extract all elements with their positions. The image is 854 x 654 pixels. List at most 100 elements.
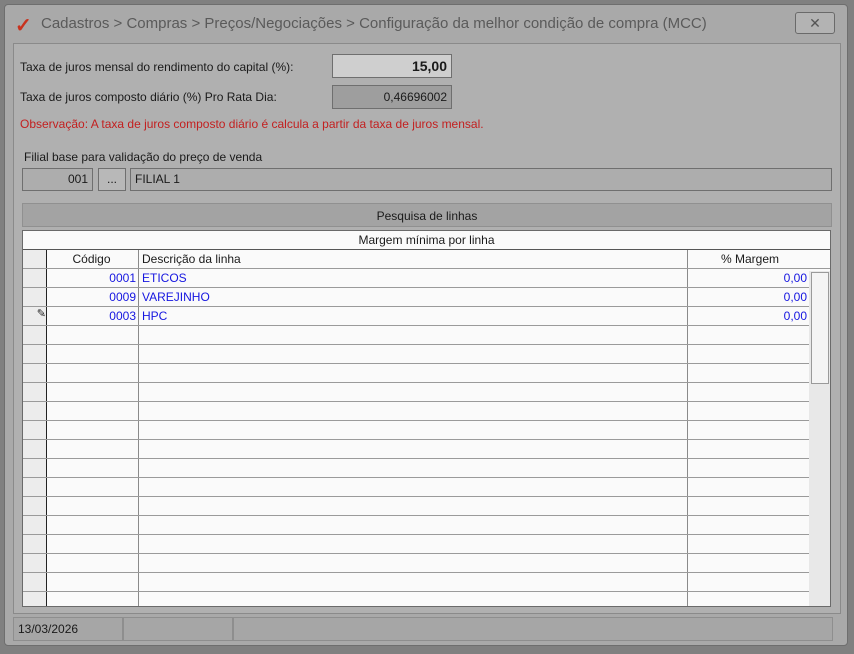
cell-descricao[interactable]: HPC (139, 307, 688, 325)
cell-descricao[interactable] (139, 497, 688, 515)
juros-mensal-input[interactable]: 15,00 (332, 54, 452, 78)
row-indicator[interactable] (23, 383, 47, 401)
cell-descricao[interactable] (139, 421, 688, 439)
table-row[interactable]: ✎ 0003 HPC 0,00 (23, 307, 830, 326)
cell-codigo[interactable] (47, 516, 139, 534)
cell-codigo[interactable] (47, 554, 139, 572)
cell-codigo[interactable]: 0009 (47, 288, 139, 306)
row-indicator[interactable] (23, 421, 47, 439)
table-row[interactable] (23, 402, 830, 421)
cell-descricao[interactable] (139, 516, 688, 534)
row-indicator[interactable]: ✎ (23, 307, 47, 325)
cell-codigo[interactable]: 0001 (47, 269, 139, 287)
cell-descricao[interactable] (139, 478, 688, 496)
cell-codigo[interactable] (47, 478, 139, 496)
cell-margem[interactable] (688, 535, 809, 553)
row-indicator[interactable] (23, 440, 47, 458)
row-indicator[interactable] (23, 459, 47, 477)
table-row[interactable] (23, 459, 830, 478)
pesquisa-linhas-header[interactable]: Pesquisa de linhas (22, 203, 832, 227)
cell-descricao[interactable] (139, 554, 688, 572)
cell-margem[interactable] (688, 326, 809, 344)
cell-margem[interactable] (688, 345, 809, 363)
cell-margem[interactable] (688, 421, 809, 439)
table-row[interactable] (23, 478, 830, 497)
cell-codigo[interactable] (47, 592, 139, 606)
table-row[interactable] (23, 573, 830, 592)
vertical-scrollbar[interactable] (809, 271, 830, 606)
cell-descricao[interactable] (139, 592, 688, 606)
cell-codigo[interactable] (47, 573, 139, 591)
row-indicator[interactable] (23, 592, 47, 606)
cell-margem[interactable] (688, 440, 809, 458)
table-row[interactable] (23, 516, 830, 535)
table-row[interactable]: 0001 ETICOS 0,00 (23, 269, 830, 288)
cell-descricao[interactable]: VAREJINHO (139, 288, 688, 306)
cell-margem[interactable] (688, 459, 809, 477)
cell-descricao[interactable] (139, 459, 688, 477)
cell-descricao[interactable] (139, 535, 688, 553)
table-row[interactable] (23, 592, 830, 606)
row-indicator[interactable] (23, 288, 47, 306)
cell-codigo[interactable] (47, 459, 139, 477)
row-indicator[interactable] (23, 345, 47, 363)
cell-codigo[interactable] (47, 535, 139, 553)
cell-margem[interactable] (688, 573, 809, 591)
table-row[interactable] (23, 554, 830, 573)
table-row[interactable] (23, 535, 830, 554)
filial-search-button[interactable]: ... (98, 168, 126, 191)
cell-margem[interactable] (688, 478, 809, 496)
cell-codigo[interactable] (47, 383, 139, 401)
cell-margem[interactable]: 0,00 (688, 288, 809, 306)
scrollbar-thumb[interactable] (811, 272, 829, 384)
cell-codigo[interactable] (47, 440, 139, 458)
row-indicator[interactable] (23, 402, 47, 420)
table-row[interactable]: 0009 VAREJINHO 0,00 (23, 288, 830, 307)
col-descricao[interactable]: Descrição da linha (139, 250, 688, 268)
table-row[interactable] (23, 383, 830, 402)
cell-descricao[interactable] (139, 326, 688, 344)
cell-codigo[interactable] (47, 345, 139, 363)
cell-margem[interactable]: 0,00 (688, 307, 809, 325)
row-indicator[interactable] (23, 535, 47, 553)
cell-margem[interactable] (688, 497, 809, 515)
table-row[interactable] (23, 440, 830, 459)
cell-margem[interactable] (688, 554, 809, 572)
cell-margem[interactable]: 0,00 (688, 269, 809, 287)
cell-codigo[interactable] (47, 497, 139, 515)
table-row[interactable] (23, 345, 830, 364)
table-row[interactable] (23, 326, 830, 345)
row-indicator[interactable] (23, 269, 47, 287)
cell-codigo[interactable] (47, 421, 139, 439)
row-indicator[interactable] (23, 554, 47, 572)
table-row[interactable] (23, 421, 830, 440)
row-indicator[interactable] (23, 478, 47, 496)
cell-codigo[interactable] (47, 402, 139, 420)
row-indicator[interactable] (23, 364, 47, 382)
cell-descricao[interactable] (139, 440, 688, 458)
col-codigo[interactable]: Código (47, 250, 139, 268)
cell-codigo[interactable]: 0003 (47, 307, 139, 325)
cell-codigo[interactable] (47, 326, 139, 344)
cell-margem[interactable] (688, 402, 809, 420)
cell-descricao[interactable] (139, 402, 688, 420)
row-indicator[interactable] (23, 573, 47, 591)
table-row[interactable] (23, 497, 830, 516)
cell-codigo[interactable] (47, 364, 139, 382)
cell-descricao[interactable] (139, 345, 688, 363)
row-indicator[interactable] (23, 516, 47, 534)
cell-descricao[interactable] (139, 573, 688, 591)
filial-code-input[interactable]: 001 (22, 168, 93, 191)
cell-margem[interactable] (688, 364, 809, 382)
row-indicator[interactable] (23, 326, 47, 344)
row-indicator[interactable] (23, 497, 47, 515)
cell-margem[interactable] (688, 592, 809, 606)
cell-descricao[interactable] (139, 364, 688, 382)
col-margem[interactable]: % Margem (688, 250, 809, 268)
cell-descricao[interactable]: ETICOS (139, 269, 688, 287)
table-row[interactable] (23, 364, 830, 383)
cell-margem[interactable] (688, 383, 809, 401)
cell-descricao[interactable] (139, 383, 688, 401)
cell-margem[interactable] (688, 516, 809, 534)
close-button[interactable]: ✕ (795, 12, 835, 34)
